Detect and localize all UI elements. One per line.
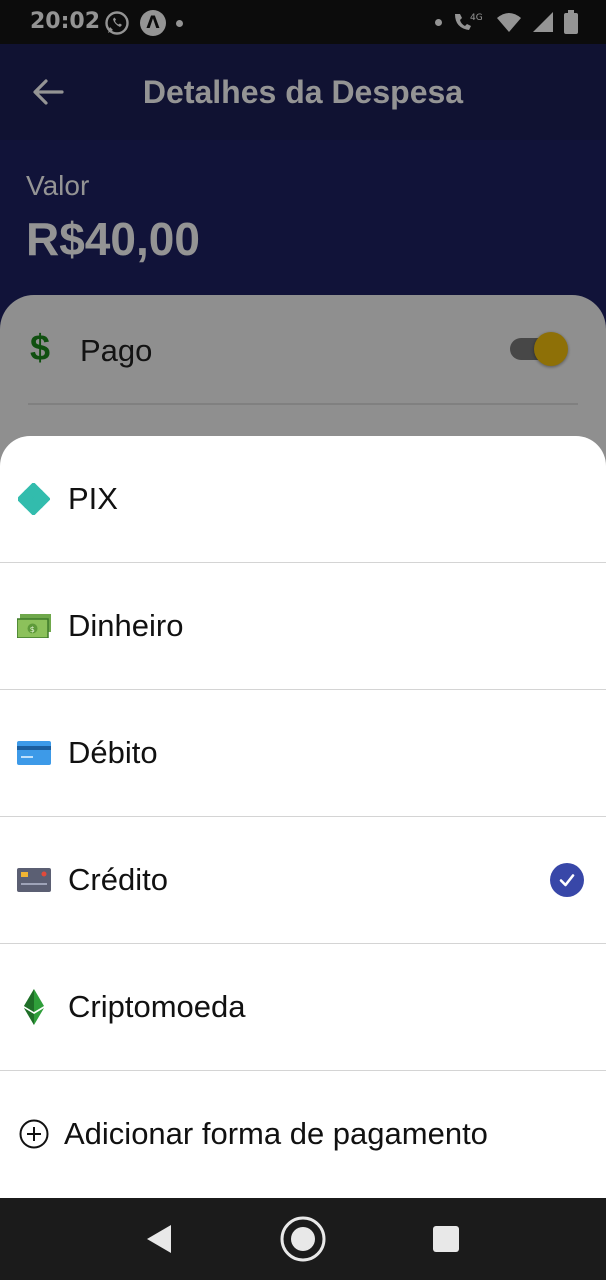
payment-option-label: Dinheiro	[68, 608, 184, 643]
add-payment-method-button[interactable]: Adicionar forma de pagamento	[0, 1071, 606, 1197]
payment-option-pix[interactable]: PIX	[0, 436, 606, 563]
add-payment-method-label: Adicionar forma de pagamento	[64, 1116, 488, 1151]
pix-icon	[16, 481, 52, 517]
system-navigation-bar	[0, 1198, 606, 1280]
selected-check-icon	[550, 863, 584, 897]
payment-method-sheet: PIX $ Dinheiro Débito Crédito Criptomoed…	[0, 436, 606, 1198]
payment-option-label: PIX	[68, 481, 118, 516]
nav-recents-icon[interactable]	[433, 1226, 459, 1252]
add-circle-icon	[16, 1116, 52, 1152]
nav-back-icon[interactable]	[145, 1224, 173, 1254]
payment-option-credito[interactable]: Crédito	[0, 817, 606, 944]
cash-icon: $	[16, 608, 52, 644]
payment-option-label: Crédito	[68, 862, 168, 897]
svg-text:$: $	[30, 625, 35, 634]
payment-option-label: Débito	[68, 735, 158, 770]
payment-option-label: Criptomoeda	[68, 989, 246, 1024]
payment-option-criptomoeda[interactable]: Criptomoeda	[0, 944, 606, 1071]
payment-option-debito[interactable]: Débito	[0, 690, 606, 817]
payment-option-dinheiro[interactable]: $ Dinheiro	[0, 563, 606, 690]
credit-card-icon	[16, 862, 52, 898]
debit-card-icon	[16, 735, 52, 771]
crypto-icon	[16, 989, 52, 1025]
nav-home-icon[interactable]	[279, 1215, 327, 1263]
